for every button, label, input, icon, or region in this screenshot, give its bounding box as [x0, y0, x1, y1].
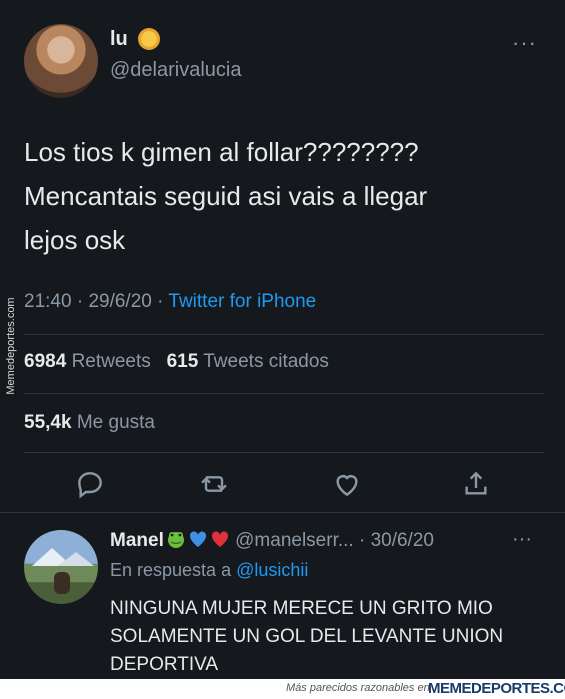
- reply-text: NINGUNA MUJER MERECE UN GRITO MIO SOLAME…: [110, 598, 504, 675]
- tweet-date[interactable]: 29/6/20: [88, 291, 151, 312]
- footer-watermark-text: Más parecidos razonables en: [286, 682, 430, 694]
- quotes-stat[interactable]: 615 Tweets citados: [167, 351, 329, 372]
- display-name[interactable]: lu: [110, 28, 128, 51]
- blue-heart-icon: [189, 531, 206, 547]
- in-reply-prefix: En respuesta a: [110, 560, 237, 580]
- in-reply-to: En respuesta a @lusichii: [110, 560, 308, 581]
- tweet-text-line: lejos osk: [24, 225, 126, 255]
- likes-stat[interactable]: 55,4k Me gusta: [24, 412, 155, 434]
- stats-row: 6984 Retweets 615 Tweets citados: [24, 351, 329, 373]
- quotes-label: Tweets citados: [203, 351, 329, 372]
- reply-header: Manel @manelserr... · 30/6/20: [110, 529, 434, 552]
- divider: [24, 393, 544, 394]
- side-watermark: Memedeportes.com: [5, 297, 17, 395]
- reply-icon[interactable]: [74, 468, 106, 500]
- more-options-icon[interactable]: ···: [512, 30, 537, 56]
- sun-emoji-icon: [138, 28, 160, 50]
- likes-label: Me gusta: [76, 412, 155, 433]
- frog-emoji-icon: [167, 532, 184, 548]
- reply-more-options-icon[interactable]: ···: [512, 528, 532, 551]
- share-icon[interactable]: [460, 468, 492, 500]
- retweets-count: 6984: [24, 351, 67, 372]
- retweet-icon[interactable]: [198, 468, 230, 500]
- likes-count: 55,4k: [24, 412, 72, 433]
- retweets-stat[interactable]: 6984 Retweets: [24, 351, 151, 372]
- person-shape: [54, 572, 70, 594]
- tweet-screenshot: lu @delarivalucia ··· Los tios k gimen a…: [0, 0, 565, 699]
- separator: ·: [151, 291, 169, 312]
- tweet-text: Los tios k gimen al follar???????? Menca…: [24, 130, 544, 262]
- separator: ·: [71, 291, 89, 312]
- like-icon[interactable]: [331, 468, 363, 500]
- client-link[interactable]: Twitter for iPhone: [168, 291, 316, 312]
- separator: ·: [353, 530, 371, 551]
- avatar[interactable]: [24, 24, 98, 98]
- tweet-text-line: Los tios k gimen al follar????????: [24, 137, 419, 167]
- mountain-shape: [58, 552, 94, 566]
- divider: [24, 334, 544, 335]
- user-handle[interactable]: @delarivalucia: [110, 59, 241, 82]
- tweet-time[interactable]: 21:40: [24, 291, 72, 312]
- footer-watermark: Más parecidos razonables en MEMEDEPORTES…: [0, 679, 565, 699]
- reply-avatar[interactable]: [24, 530, 98, 604]
- divider: [24, 452, 544, 453]
- reply-display-name[interactable]: Manel: [110, 530, 164, 551]
- divider: [0, 512, 565, 513]
- reply-handle[interactable]: @manelserr...: [235, 530, 354, 551]
- tweet-meta: 21:40 · 29/6/20 · Twitter for iPhone: [24, 291, 316, 313]
- reply-mention-link[interactable]: @lusichii: [236, 560, 308, 580]
- reply-date[interactable]: 30/6/20: [371, 530, 434, 551]
- quotes-count: 615: [166, 351, 199, 372]
- footer-watermark-brand: MEMEDEPORTES.COM: [428, 680, 565, 697]
- retweets-label: Retweets: [71, 351, 151, 372]
- red-heart-icon: [211, 531, 228, 547]
- tweet-text-line: Mencantais seguid asi vais a llegar: [24, 181, 428, 211]
